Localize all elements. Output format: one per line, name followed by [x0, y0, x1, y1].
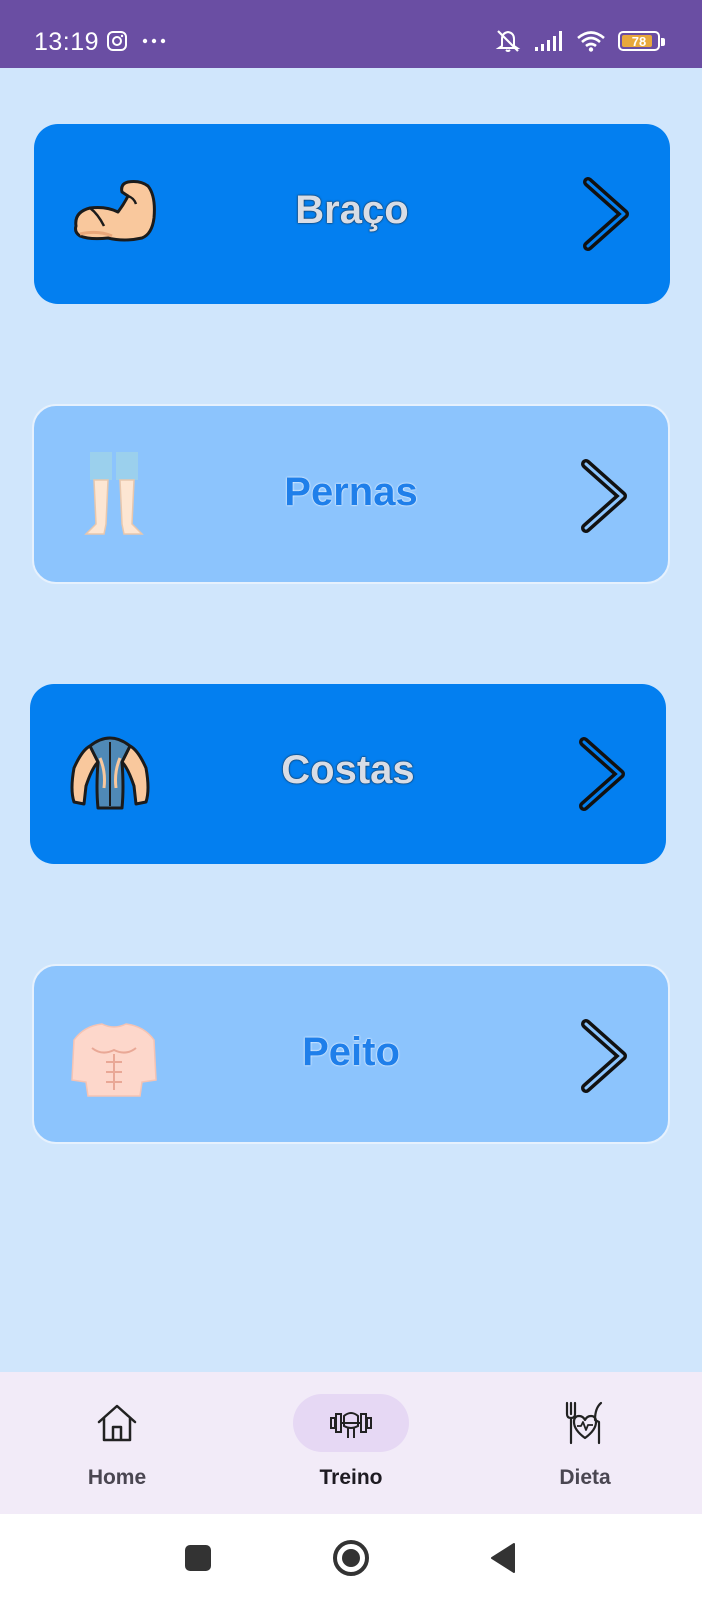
nav-label-treino: Treino: [319, 1466, 383, 1489]
recent-apps-button[interactable]: [178, 1538, 218, 1578]
card-label: Pernas: [284, 470, 418, 514]
card-peito[interactable]: Peito: [32, 964, 670, 1144]
system-navigation-bar: [0, 1514, 702, 1600]
card-costas[interactable]: Costas: [30, 684, 666, 864]
nav-item-treino[interactable]: Treino: [271, 1372, 431, 1514]
back-button[interactable]: [484, 1538, 524, 1578]
card-braco[interactable]: Braço: [34, 124, 670, 304]
diet-heart-icon: [565, 1401, 603, 1445]
chevron-right-icon: [583, 177, 629, 251]
more-dots-icon: [142, 38, 166, 44]
wifi-icon: [577, 31, 605, 52]
nav-label-home: Home: [87, 1466, 147, 1489]
card-label: Braço: [295, 188, 409, 232]
instagram-icon: [107, 31, 127, 51]
status-bar: 13:19 78: [0, 0, 702, 68]
chevron-right-icon: [581, 459, 627, 533]
nav-active-indicator: [293, 1394, 409, 1452]
chevron-right-icon: [579, 737, 625, 811]
card-label: Costas: [281, 748, 415, 792]
mute-icon: [495, 30, 521, 52]
dumbbell-icon: [330, 1412, 372, 1438]
home-icon: [97, 1404, 137, 1442]
nav-label-dieta: Dieta: [559, 1466, 611, 1489]
home-button[interactable]: [331, 1538, 371, 1578]
card-pernas[interactable]: Pernas: [32, 404, 670, 584]
signal-icon: [535, 31, 562, 51]
battery-level: 78: [631, 34, 647, 49]
nav-item-home[interactable]: Home: [37, 1372, 197, 1514]
chevron-right-icon: [581, 1019, 627, 1093]
card-label: Peito: [302, 1030, 400, 1074]
status-time: 13:19: [34, 28, 100, 56]
battery-icon: 78: [618, 31, 665, 51]
nav-item-dieta[interactable]: Dieta: [505, 1372, 665, 1514]
bottom-navigation: Home Treino Dieta: [0, 1372, 702, 1514]
